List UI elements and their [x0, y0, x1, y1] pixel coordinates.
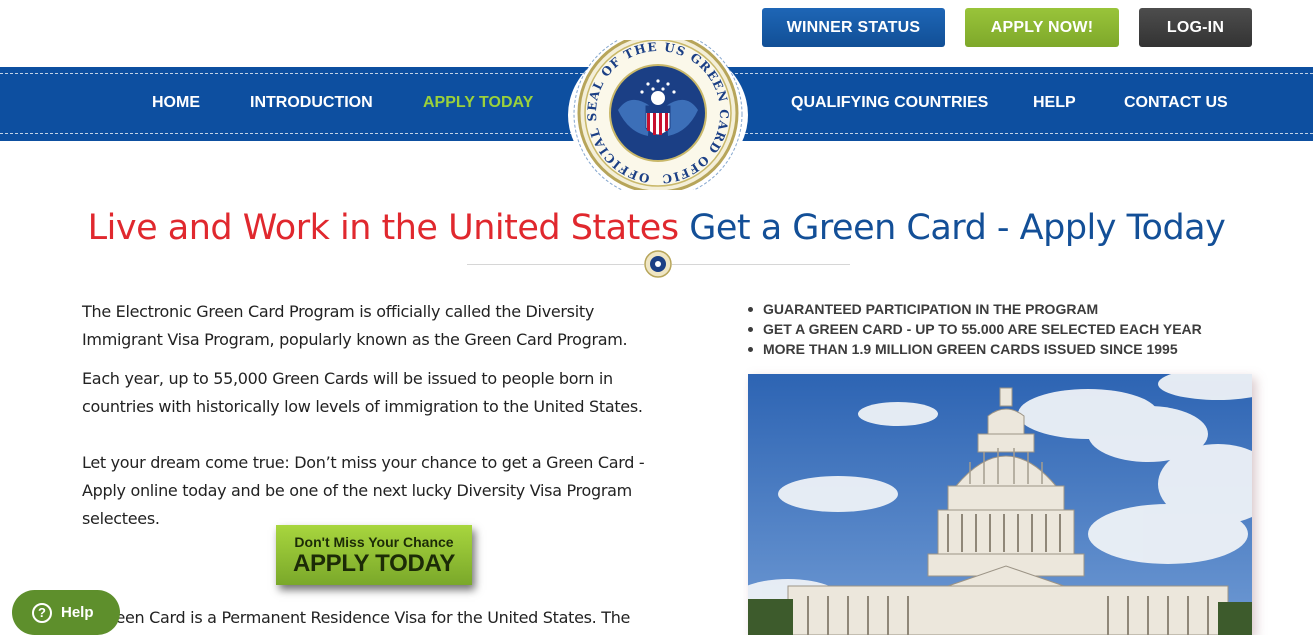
mini-seal-icon	[644, 250, 672, 278]
cta-small-text: Don't Miss Your Chance	[294, 534, 454, 550]
page-headline: Live and Work in the United States Get a…	[0, 208, 1313, 248]
green-card-office-seal[interactable]: OFFICIAL SEAL OF THE US GREEN CARD OFFIC…	[568, 40, 748, 190]
nav-item-contact-us[interactable]: CONTACT US	[1124, 94, 1228, 112]
divider-left	[467, 264, 644, 265]
bullet-icon	[748, 307, 753, 312]
apply-today-cta-button[interactable]: Don't Miss Your Chance APPLY TODAY	[276, 525, 472, 585]
dream-paragraph: Let your dream come true: Don’t miss you…	[82, 453, 645, 528]
nav-item-introduction[interactable]: INTRODUCTION	[250, 94, 373, 112]
apply-now-button[interactable]: APPLY NOW!	[965, 8, 1119, 47]
login-button[interactable]: LOG-IN	[1139, 8, 1252, 47]
annual-paragraph: Each year, up to 55,000 Green Cards will…	[82, 369, 643, 416]
list-item: MORE THAN 1.9 MILLION GREEN CARDS ISSUED…	[746, 339, 1202, 359]
benefits-list: GUARANTEED PARTICIPATION IN THE PROGRAM …	[746, 299, 1202, 359]
headline-blue-text: Get a Green Card - Apply Today	[689, 208, 1226, 248]
headline-red-text: Live and Work in the United States	[87, 208, 679, 248]
nav-item-apply-today[interactable]: APPLY TODAY	[423, 94, 533, 112]
winner-status-button[interactable]: WINNER STATUS	[762, 8, 945, 47]
seal-emblem-icon: OFFICIAL SEAL OF THE US GREEN CARD OFFIC…	[568, 40, 743, 190]
bullet-icon	[748, 347, 753, 352]
capitol-building-photo	[748, 374, 1252, 635]
intro-paragraph: The Electronic Green Card Program is off…	[82, 302, 628, 349]
question-icon: ?	[32, 602, 52, 623]
help-widget-button[interactable]: ? Help	[12, 590, 120, 635]
nav-item-help[interactable]: HELP	[1033, 94, 1076, 112]
list-item: GET A GREEN CARD - UP TO 55.000 ARE SELE…	[746, 319, 1202, 339]
list-item: GUARANTEED PARTICIPATION IN THE PROGRAM	[746, 299, 1202, 319]
green-card-definition-paragraph: A Green Card is a Permanent Residence Vi…	[82, 608, 631, 627]
divider-right	[672, 264, 850, 265]
cta-big-text: APPLY TODAY	[292, 550, 456, 577]
help-label: Help	[61, 604, 94, 621]
nav-item-qualifying-countries[interactable]: QUALIFYING COUNTRIES	[791, 94, 988, 112]
bullet-icon	[748, 327, 753, 332]
nav-item-home[interactable]: HOME	[152, 94, 200, 112]
capitol-image	[748, 374, 1252, 635]
